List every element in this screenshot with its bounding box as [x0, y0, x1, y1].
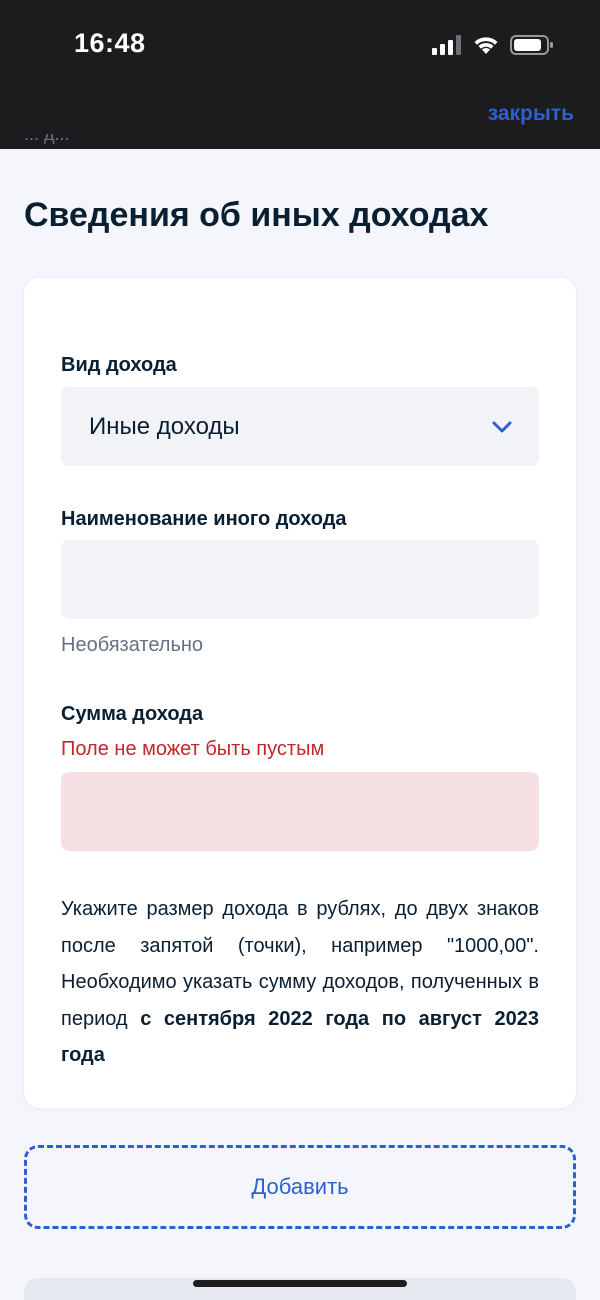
- page-title: Сведения об иных доходах: [24, 196, 489, 234]
- income-description: Укажите размер дохода в рублях, до двух …: [61, 891, 539, 1074]
- other-income-name-input[interactable]: [61, 540, 539, 619]
- battery-icon: [510, 35, 553, 55]
- optional-hint: Необязательно: [61, 634, 204, 656]
- cropped-previous-text-label: ... д...: [24, 134, 70, 144]
- income-amount-label: Сумма дохода: [61, 703, 204, 725]
- top-bar: 16:48 закрыть: [0, 0, 600, 149]
- chevron-down-icon: [492, 421, 512, 432]
- status-time: 16:48: [74, 28, 146, 58]
- close-link[interactable]: закрыть: [488, 102, 574, 126]
- home-indicator: [193, 1280, 407, 1287]
- other-income-name-label: Наименование иного дохода: [61, 508, 347, 530]
- cellular-signal-icon: [432, 35, 461, 55]
- status-icons: [432, 30, 554, 60]
- income-type-select[interactable]: Иные доходы: [61, 387, 539, 466]
- add-button[interactable]: Добавить: [24, 1145, 576, 1229]
- wifi-icon: [474, 37, 498, 54]
- income-type-value: Иные доходы: [89, 412, 240, 440]
- income-amount-input[interactable]: [61, 772, 539, 851]
- income-type-label: Вид дохода: [61, 354, 177, 376]
- cropped-previous-text: ... д...: [24, 134, 144, 148]
- income-amount-error: Поле не может быть пустым: [61, 738, 325, 760]
- income-form-card: Вид дохода Иные доходы Наименование иног…: [24, 278, 576, 1108]
